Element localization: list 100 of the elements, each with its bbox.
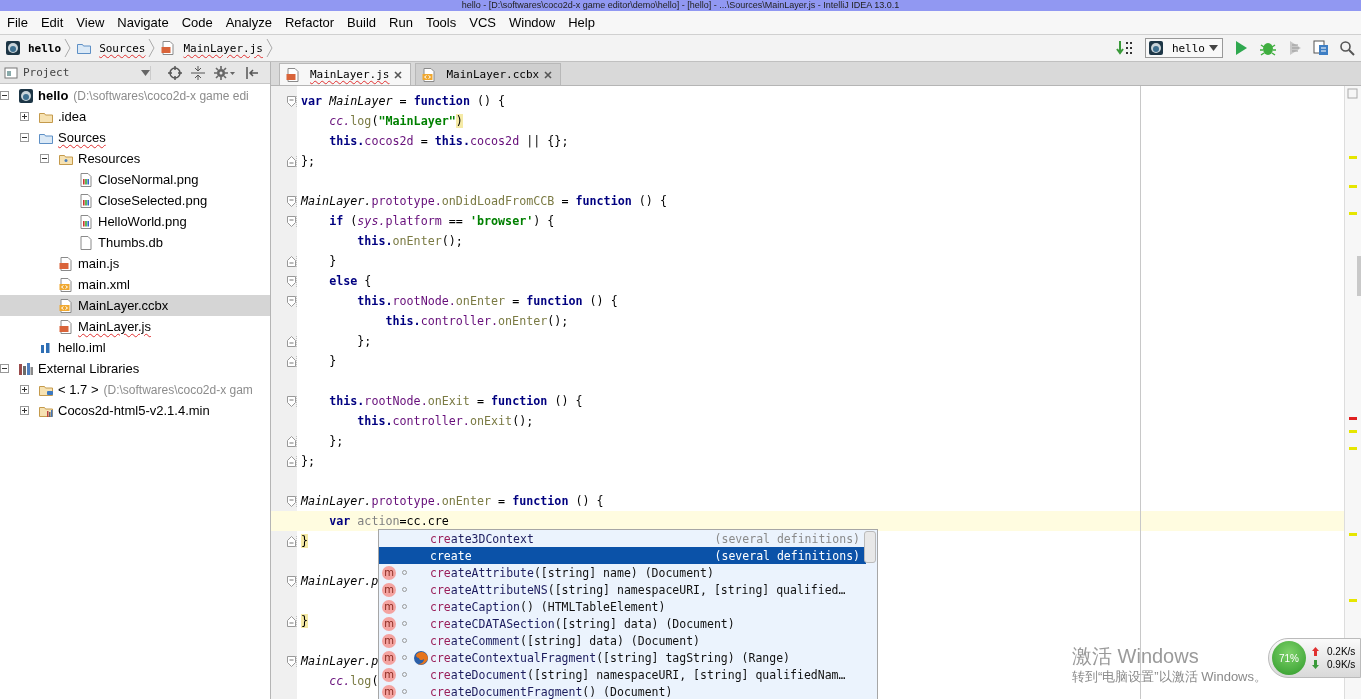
- search-icon[interactable]: [1339, 40, 1355, 56]
- menu-item[interactable]: Tools: [425, 15, 457, 30]
- hide-panel-icon[interactable]: [245, 65, 259, 80]
- tree-item[interactable]: hello (D:\softwares\coco2d-x game edi: [0, 85, 270, 106]
- breadcrumb[interactable]: MainLayer.js: [160, 40, 263, 56]
- expand-toggle[interactable]: [39, 154, 49, 163]
- fold-icon[interactable]: [287, 535, 296, 547]
- fold-icon[interactable]: [287, 275, 296, 287]
- menu-item[interactable]: File: [7, 15, 28, 30]
- tree-item[interactable]: Thumbs.db: [0, 232, 270, 253]
- menu-item[interactable]: Navigate: [117, 15, 169, 30]
- xml-file-icon: [421, 66, 438, 83]
- fold-icon[interactable]: [287, 455, 296, 467]
- breadcrumb[interactable]: hello: [5, 40, 62, 56]
- settings-icon[interactable]: [214, 65, 236, 80]
- project-structure-icon[interactable]: [1313, 40, 1329, 56]
- completion-item[interactable]: m createDocument([string] namespaceURI, [string] qualifiedNam…: [379, 666, 866, 683]
- code-line: };: [356, 334, 372, 348]
- close-icon[interactable]: [394, 70, 403, 79]
- app-icon: [5, 40, 21, 56]
- fold-icon[interactable]: [287, 295, 296, 307]
- menu-item[interactable]: Help: [568, 15, 595, 30]
- dot-icon: [402, 570, 407, 575]
- run-icon[interactable]: [1233, 40, 1249, 56]
- fold-icon[interactable]: [287, 655, 296, 667]
- method-badge: m: [382, 582, 396, 597]
- completion-item[interactable]: m createCDATASection([string] data) (Document): [379, 615, 866, 632]
- sort-icon[interactable]: [1114, 39, 1135, 57]
- fold-icon[interactable]: [287, 395, 296, 407]
- editor-tab[interactable]: MainLayer.ccbx: [415, 63, 562, 85]
- expand-toggle[interactable]: [0, 91, 9, 100]
- tree-item[interactable]: .idea: [0, 106, 270, 127]
- menu-item[interactable]: Run: [389, 15, 413, 30]
- tree-item[interactable]: External Libraries: [0, 358, 270, 379]
- dot-icon: [402, 604, 407, 609]
- tree-item[interactable]: HelloWorld.png: [0, 211, 270, 232]
- tree-item[interactable]: Resources: [0, 148, 270, 169]
- tree-item[interactable]: < 1.7 > (D:\softwares\coco2d-x gam: [0, 379, 270, 400]
- js-file-icon: [58, 318, 74, 335]
- fold-icon[interactable]: [287, 335, 296, 347]
- editor-tab[interactable]: MainLayer.js: [279, 63, 412, 85]
- tree-item[interactable]: Sources: [0, 127, 270, 148]
- scrollbar-thumb[interactable]: [864, 531, 876, 563]
- expand-toggle[interactable]: [19, 406, 29, 415]
- menu-item[interactable]: Window: [508, 15, 556, 30]
- panel-title-dropdown[interactable]: Project: [4, 65, 151, 80]
- dot-icon: [402, 638, 407, 643]
- fold-icon[interactable]: [287, 575, 296, 587]
- expand-toggle[interactable]: [19, 133, 29, 142]
- dot-icon: [402, 655, 407, 660]
- file-icon: [78, 234, 94, 251]
- completion-item[interactable]: m createDocumentFragment() (Document): [379, 683, 866, 699]
- fold-icon[interactable]: [287, 195, 296, 207]
- run-config-dropdown[interactable]: hello: [1144, 38, 1223, 58]
- fold-icon[interactable]: [287, 355, 296, 367]
- expand-toggle[interactable]: [0, 364, 9, 373]
- menu-item[interactable]: Analyze: [225, 15, 272, 30]
- completion-item[interactable]: m createAttribute([string] name) (Document): [379, 564, 866, 581]
- js-file-icon: [285, 66, 301, 83]
- tree-item[interactable]: Cocos2d-html5-v2.1.4.min: [0, 400, 270, 421]
- fold-icon[interactable]: [287, 255, 296, 267]
- completion-item[interactable]: create3DContext (several definitions): [379, 530, 866, 547]
- completion-item[interactable]: create (several definitions): [379, 547, 866, 564]
- upload-arrow-icon: [1312, 647, 1319, 656]
- fold-icon[interactable]: [287, 615, 296, 627]
- completion-item[interactable]: m createAttributeNS([string] namespaceURI, [string] qualified…: [379, 581, 866, 598]
- menu-item[interactable]: Edit: [40, 15, 64, 30]
- method-badge: m: [382, 616, 396, 631]
- menu-item[interactable]: Refactor: [284, 15, 335, 30]
- chevron-icon: [148, 38, 156, 58]
- coverage-icon[interactable]: [1287, 40, 1303, 56]
- crosshair-icon[interactable]: [168, 65, 182, 80]
- tree-item[interactable]: main.js: [0, 253, 270, 274]
- tree-item[interactable]: main.xml: [0, 274, 270, 295]
- menu-item[interactable]: Build: [347, 15, 376, 30]
- fold-icon[interactable]: [287, 95, 296, 107]
- menu-item[interactable]: VCS: [469, 15, 496, 30]
- menu-item[interactable]: View: [76, 15, 105, 30]
- breadcrumb[interactable]: Sources: [76, 40, 146, 56]
- collapse-all-icon[interactable]: [191, 65, 205, 80]
- fold-icon[interactable]: [287, 495, 296, 507]
- fold-icon[interactable]: [287, 155, 296, 167]
- fold-icon[interactable]: [287, 215, 296, 227]
- completion-item[interactable]: m createComment([string] data) (Document): [379, 632, 866, 649]
- tree-item[interactable]: CloseNormal.png: [0, 169, 270, 190]
- tree-item[interactable]: MainLayer.ccbx: [0, 295, 270, 316]
- fold-icon[interactable]: [287, 435, 296, 447]
- completion-item[interactable]: m createContextualFragment([string] tagString) (Range): [379, 649, 866, 666]
- tree-item[interactable]: hello.iml: [0, 337, 270, 358]
- completion-item[interactable]: m createCaption() (HTMLTableElement): [379, 598, 866, 615]
- menu-item[interactable]: Code: [181, 15, 213, 30]
- tree-item[interactable]: MainLayer.js: [0, 316, 270, 337]
- tree-item[interactable]: CloseSelected.png: [0, 190, 270, 211]
- bug-icon[interactable]: [1259, 40, 1277, 56]
- expand-toggle[interactable]: [19, 385, 29, 394]
- code-line: this.rootNode.onExit = function () {: [328, 394, 583, 408]
- expand-toggle[interactable]: [19, 112, 29, 121]
- dot-icon: [402, 587, 407, 592]
- close-icon[interactable]: [544, 70, 553, 79]
- panel-icon: [4, 65, 18, 80]
